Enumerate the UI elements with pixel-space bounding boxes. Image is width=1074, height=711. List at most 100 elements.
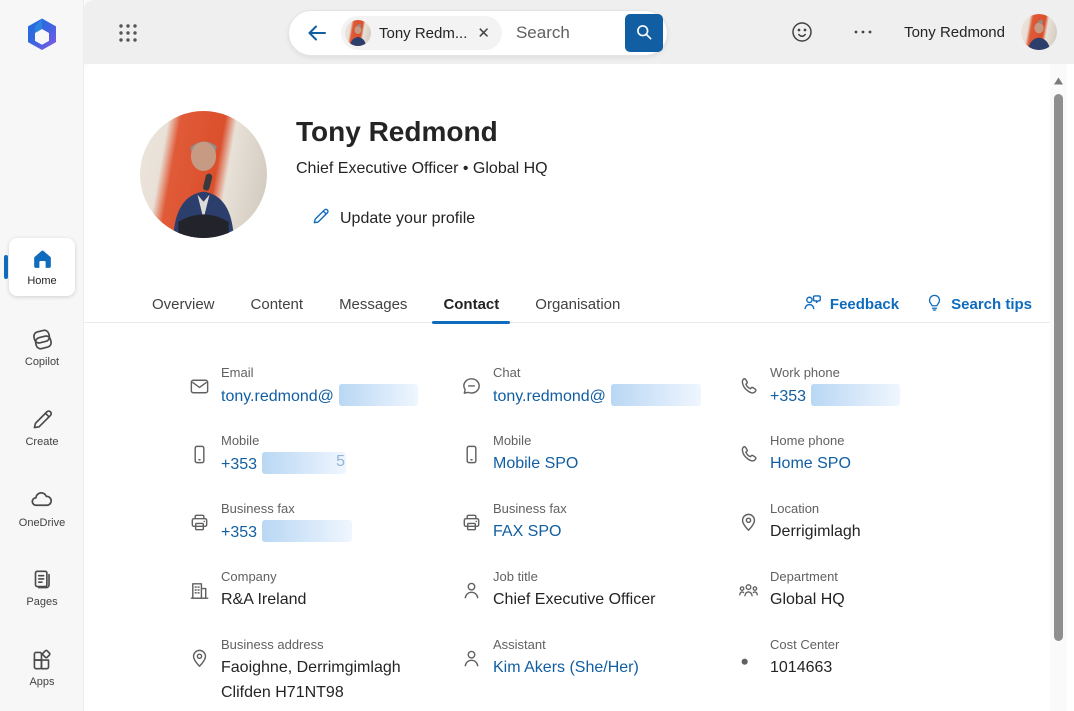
bullet-dot-icon bbox=[737, 654, 761, 702]
phone-handset-icon bbox=[737, 375, 761, 430]
home-phone-link[interactable]: Home SPO bbox=[770, 455, 851, 472]
field-label: Job title bbox=[493, 566, 655, 584]
m365-search-profile-page: Home Copilot Create bbox=[0, 0, 1074, 711]
apps-icon bbox=[29, 647, 55, 673]
tab-content[interactable]: Content bbox=[240, 286, 315, 323]
tab-messages[interactable]: Messages bbox=[328, 286, 418, 323]
app-launcher-icon[interactable] bbox=[108, 13, 148, 53]
fax-value-link[interactable]: +353 bbox=[221, 524, 257, 541]
page-title-person-name: Tony Redmond bbox=[296, 116, 498, 148]
fax-printer-icon bbox=[188, 511, 212, 566]
contact-field-email: Email tony.redmond@ bbox=[188, 362, 460, 430]
redaction-blur bbox=[611, 384, 701, 406]
fax-printer-icon bbox=[460, 511, 484, 566]
chat-value-link[interactable]: tony.redmond@ bbox=[493, 388, 606, 405]
phone-handset-icon bbox=[737, 443, 761, 498]
mail-icon bbox=[188, 375, 212, 430]
field-label: Business fax bbox=[493, 498, 567, 516]
sidebar-item-pages[interactable]: Pages bbox=[9, 558, 75, 616]
search-button[interactable] bbox=[625, 14, 663, 52]
pages-icon bbox=[29, 567, 55, 593]
profile-photo bbox=[140, 111, 267, 238]
copilot-icon bbox=[29, 326, 56, 353]
account-avatar[interactable] bbox=[1021, 14, 1057, 50]
contact-field-assistant: Assistant Kim Akers (She/Her) bbox=[460, 634, 737, 702]
sidebar-item-label: OneDrive bbox=[19, 517, 65, 529]
update-profile-link[interactable]: Update your profile bbox=[310, 206, 475, 232]
company-value: R&A Ireland bbox=[221, 588, 306, 612]
redaction-suffix: 5 bbox=[336, 450, 345, 474]
dismiss-icon[interactable]: ✕ bbox=[475, 24, 492, 42]
onedrive-cloud-icon bbox=[28, 486, 56, 514]
microsoft-365-logo[interactable] bbox=[21, 15, 63, 57]
field-label: Department bbox=[770, 566, 845, 584]
account-name[interactable]: Tony Redmond bbox=[904, 24, 1005, 41]
field-label: Business address bbox=[221, 634, 401, 652]
tab-overview[interactable]: Overview bbox=[141, 286, 226, 323]
contact-field-location: Location Derrigimlagh bbox=[737, 498, 1000, 566]
contact-column-1: Email tony.redmond@ Mobile +353 5 bbox=[188, 362, 460, 705]
mobile-value-link[interactable]: +353 bbox=[221, 456, 257, 473]
building-icon bbox=[188, 579, 212, 634]
sidebar-item-home[interactable]: Home bbox=[9, 238, 75, 296]
tab-contact[interactable]: Contact bbox=[432, 286, 510, 323]
fax-spo-link[interactable]: FAX SPO bbox=[493, 523, 561, 540]
field-label: Location bbox=[770, 498, 861, 516]
vertical-scrollbar[interactable] bbox=[1050, 64, 1067, 711]
field-label: Company bbox=[221, 566, 306, 584]
sidebar-item-label: Home bbox=[27, 275, 56, 287]
contact-field-company: Company R&A Ireland bbox=[188, 566, 460, 634]
sidebar-item-label: Apps bbox=[29, 676, 54, 688]
contact-field-business-fax: Business fax +353 bbox=[188, 498, 460, 566]
feedback-link[interactable]: Feedback bbox=[802, 292, 899, 317]
contact-field-business-address: Business address Faoighne, Derrimgimlagh… bbox=[188, 634, 460, 705]
contact-field-business-fax-2: Business fax FAX SPO bbox=[460, 498, 737, 566]
back-arrow-icon[interactable] bbox=[305, 21, 329, 45]
mobile-spo-link[interactable]: Mobile SPO bbox=[493, 455, 578, 472]
sidebar-item-copilot[interactable]: Copilot bbox=[9, 318, 75, 376]
contact-column-2: Chat tony.redmond@ Mobile Mobile SPO bbox=[460, 362, 737, 705]
location-pin-icon bbox=[737, 511, 761, 566]
search-tips-label: Search tips bbox=[951, 296, 1032, 313]
search-input[interactable] bbox=[514, 22, 625, 44]
scrollbar-thumb[interactable] bbox=[1054, 94, 1063, 641]
contact-field-cost-center: Cost Center 1014663 bbox=[737, 634, 1000, 702]
contact-field-chat: Chat tony.redmond@ bbox=[460, 362, 737, 430]
person-photo-avatar bbox=[345, 20, 371, 46]
search-person-chip[interactable]: Tony Redm... ✕ bbox=[341, 16, 502, 50]
job-title-value: Chief Executive Officer bbox=[493, 588, 655, 612]
chat-icon bbox=[460, 375, 484, 430]
scroll-up-arrow-icon[interactable] bbox=[1053, 73, 1064, 83]
sidebar-item-create[interactable]: Create bbox=[9, 398, 75, 456]
location-pin-icon bbox=[188, 647, 212, 705]
sidebar-item-label: Create bbox=[25, 436, 58, 448]
sidebar-item-label: Pages bbox=[26, 596, 57, 608]
feedback-smiley-icon[interactable] bbox=[790, 20, 814, 44]
smartphone-icon bbox=[188, 443, 212, 498]
person-icon bbox=[460, 647, 484, 702]
lightbulb-icon bbox=[925, 293, 944, 316]
field-label: Mobile bbox=[221, 430, 346, 448]
redaction-blur bbox=[339, 384, 418, 406]
sidebar-item-onedrive[interactable]: OneDrive bbox=[9, 478, 75, 536]
search-box[interactable]: Tony Redm... ✕ bbox=[288, 10, 668, 56]
people-team-icon bbox=[737, 579, 761, 634]
person-job-subtitle: Chief Executive Officer • Global HQ bbox=[296, 160, 548, 178]
search-magnifier-icon bbox=[634, 22, 654, 45]
field-label: Mobile bbox=[493, 430, 578, 448]
feedback-label: Feedback bbox=[830, 296, 899, 313]
profile-content: Tony Redmond Chief Executive Officer • G… bbox=[84, 64, 1074, 711]
smartphone-icon bbox=[460, 443, 484, 498]
work-phone-link[interactable]: +353 bbox=[770, 388, 806, 405]
home-icon bbox=[30, 247, 55, 272]
assistant-link[interactable]: Kim Akers (She/Her) bbox=[493, 659, 639, 676]
search-tips-link[interactable]: Search tips bbox=[925, 293, 1032, 316]
tab-organisation[interactable]: Organisation bbox=[524, 286, 631, 323]
more-options-icon[interactable] bbox=[852, 21, 874, 43]
sidebar-item-apps[interactable]: Apps bbox=[9, 638, 75, 696]
app-rail: Home Copilot Create bbox=[0, 0, 84, 711]
contact-info-grid: Email tony.redmond@ Mobile +353 5 bbox=[188, 362, 1000, 705]
sidebar-item-label: Copilot bbox=[25, 356, 59, 368]
update-profile-label: Update your profile bbox=[340, 210, 475, 228]
email-value-link[interactable]: tony.redmond@ bbox=[221, 388, 334, 405]
